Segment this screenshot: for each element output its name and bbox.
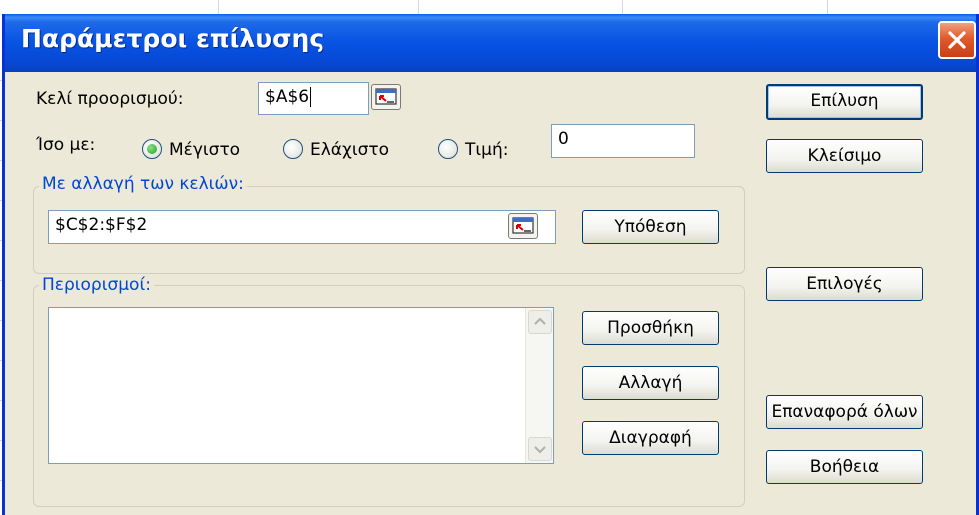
guess-button[interactable]: Υπόθεση (582, 210, 719, 244)
add-constraint-button[interactable]: Προσθήκη (582, 311, 719, 345)
constraints-list[interactable] (48, 307, 554, 464)
solver-dialog: Παράμετροι επίλυσης Κελί προορισμού: $A$… (2, 14, 979, 515)
changing-cells-label: Με αλλαγή των κελιών: (39, 174, 247, 194)
help-button[interactable]: Βοήθεια (766, 450, 923, 484)
target-cell-value: $A$6 (265, 87, 310, 107)
change-constraint-button[interactable]: Αλλαγή (582, 366, 719, 400)
max-label[interactable]: Μέγιστο (169, 140, 240, 160)
target-cell-label: Κελί προορισμού: (36, 89, 184, 109)
scroll-up-button[interactable] (528, 310, 552, 334)
constraints-label: Περιορισμοί: (39, 275, 154, 295)
value-label[interactable]: Τιμή: (465, 140, 508, 160)
changing-ref-button[interactable] (508, 213, 538, 239)
options-button[interactable]: Επιλογές (766, 267, 923, 301)
solve-button[interactable]: Επίλυση (766, 84, 923, 120)
changing-cells-input[interactable]: $C$2:$F$2 (48, 210, 556, 244)
scroll-down-button[interactable] (528, 437, 552, 461)
text-cursor (310, 87, 312, 107)
close-window-button[interactable] (938, 21, 976, 59)
value-input[interactable]: 0 (551, 124, 695, 158)
max-radio[interactable] (142, 139, 162, 159)
value-radio[interactable] (438, 139, 458, 159)
dialog-title: Παράμετροι επίλυσης (21, 24, 325, 53)
radio-dot (147, 144, 157, 154)
collapse-dialog-icon (512, 217, 534, 234)
close-button[interactable]: Κλείσιμο (766, 139, 923, 173)
chevron-down-icon (534, 446, 546, 454)
min-label[interactable]: Ελάχιστο (310, 140, 389, 160)
close-icon (948, 31, 966, 49)
min-radio[interactable] (283, 139, 303, 159)
constraints-scrollbar[interactable] (525, 308, 553, 463)
equal-to-label: Ίσο με: (36, 135, 96, 155)
reset-all-button[interactable]: Επαναφορά όλων (766, 395, 923, 429)
collapse-dialog-icon (375, 88, 397, 105)
target-ref-button[interactable] (371, 84, 401, 110)
target-cell-input[interactable]: $A$6 (258, 82, 369, 115)
changing-cells-value: $C$2:$F$2 (55, 215, 148, 235)
title-bar[interactable]: Παράμετροι επίλυσης (5, 14, 976, 72)
delete-constraint-button[interactable]: Διαγραφή (582, 421, 719, 455)
chevron-up-icon (534, 317, 546, 325)
value-input-text: 0 (558, 129, 569, 149)
